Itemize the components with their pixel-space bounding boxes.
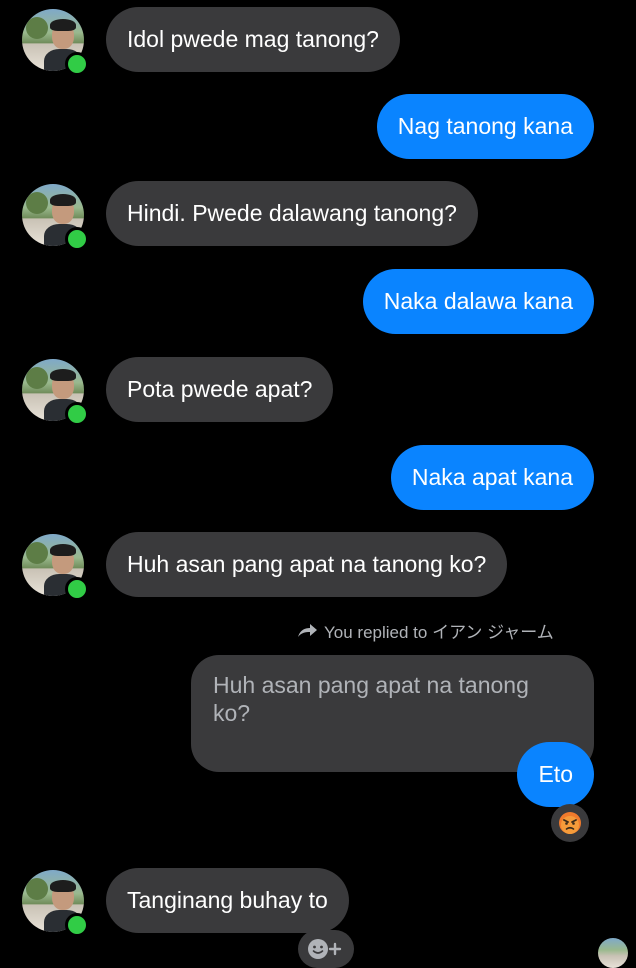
online-status-dot: [65, 913, 89, 937]
message-bubble-incoming[interactable]: Pota pwede apat?: [106, 357, 334, 422]
smiley-plus-icon: [308, 939, 342, 959]
message-bubble-outgoing[interactable]: Nag tanong kana: [376, 94, 594, 159]
message-reaction[interactable]: [551, 804, 589, 842]
message-bubble-incoming[interactable]: Idol pwede mag tanong?: [106, 7, 400, 72]
contact-avatar[interactable]: [22, 359, 89, 426]
reply-label-text: You replied to イアン ジャーム: [324, 623, 554, 642]
contact-avatar[interactable]: [22, 184, 89, 251]
seen-avatar: [598, 938, 628, 968]
online-status-dot: [65, 402, 89, 426]
contact-avatar[interactable]: [22, 870, 89, 937]
online-status-dot: [65, 577, 89, 601]
add-reaction-button[interactable]: [298, 930, 354, 968]
contact-avatar[interactable]: [22, 534, 89, 601]
message-bubble-outgoing[interactable]: Eto: [517, 742, 594, 807]
reply-arrow-icon: [298, 623, 317, 637]
online-status-dot: [65, 52, 89, 76]
online-status-dot: [65, 227, 89, 251]
angry-face-icon: [559, 812, 581, 834]
message-bubble-outgoing[interactable]: Naka apat kana: [390, 445, 594, 510]
reply-indicator: You replied to イアン ジャーム: [296, 618, 554, 643]
contact-avatar[interactable]: [22, 9, 89, 76]
message-bubble-incoming[interactable]: Hindi. Pwede dalawang tanong?: [106, 181, 478, 246]
message-bubble-incoming[interactable]: Huh asan pang apat na tanong ko?: [106, 532, 508, 597]
message-bubble-outgoing[interactable]: Naka dalawa kana: [362, 269, 594, 334]
message-bubble-incoming[interactable]: Tanginang buhay to: [106, 868, 349, 933]
